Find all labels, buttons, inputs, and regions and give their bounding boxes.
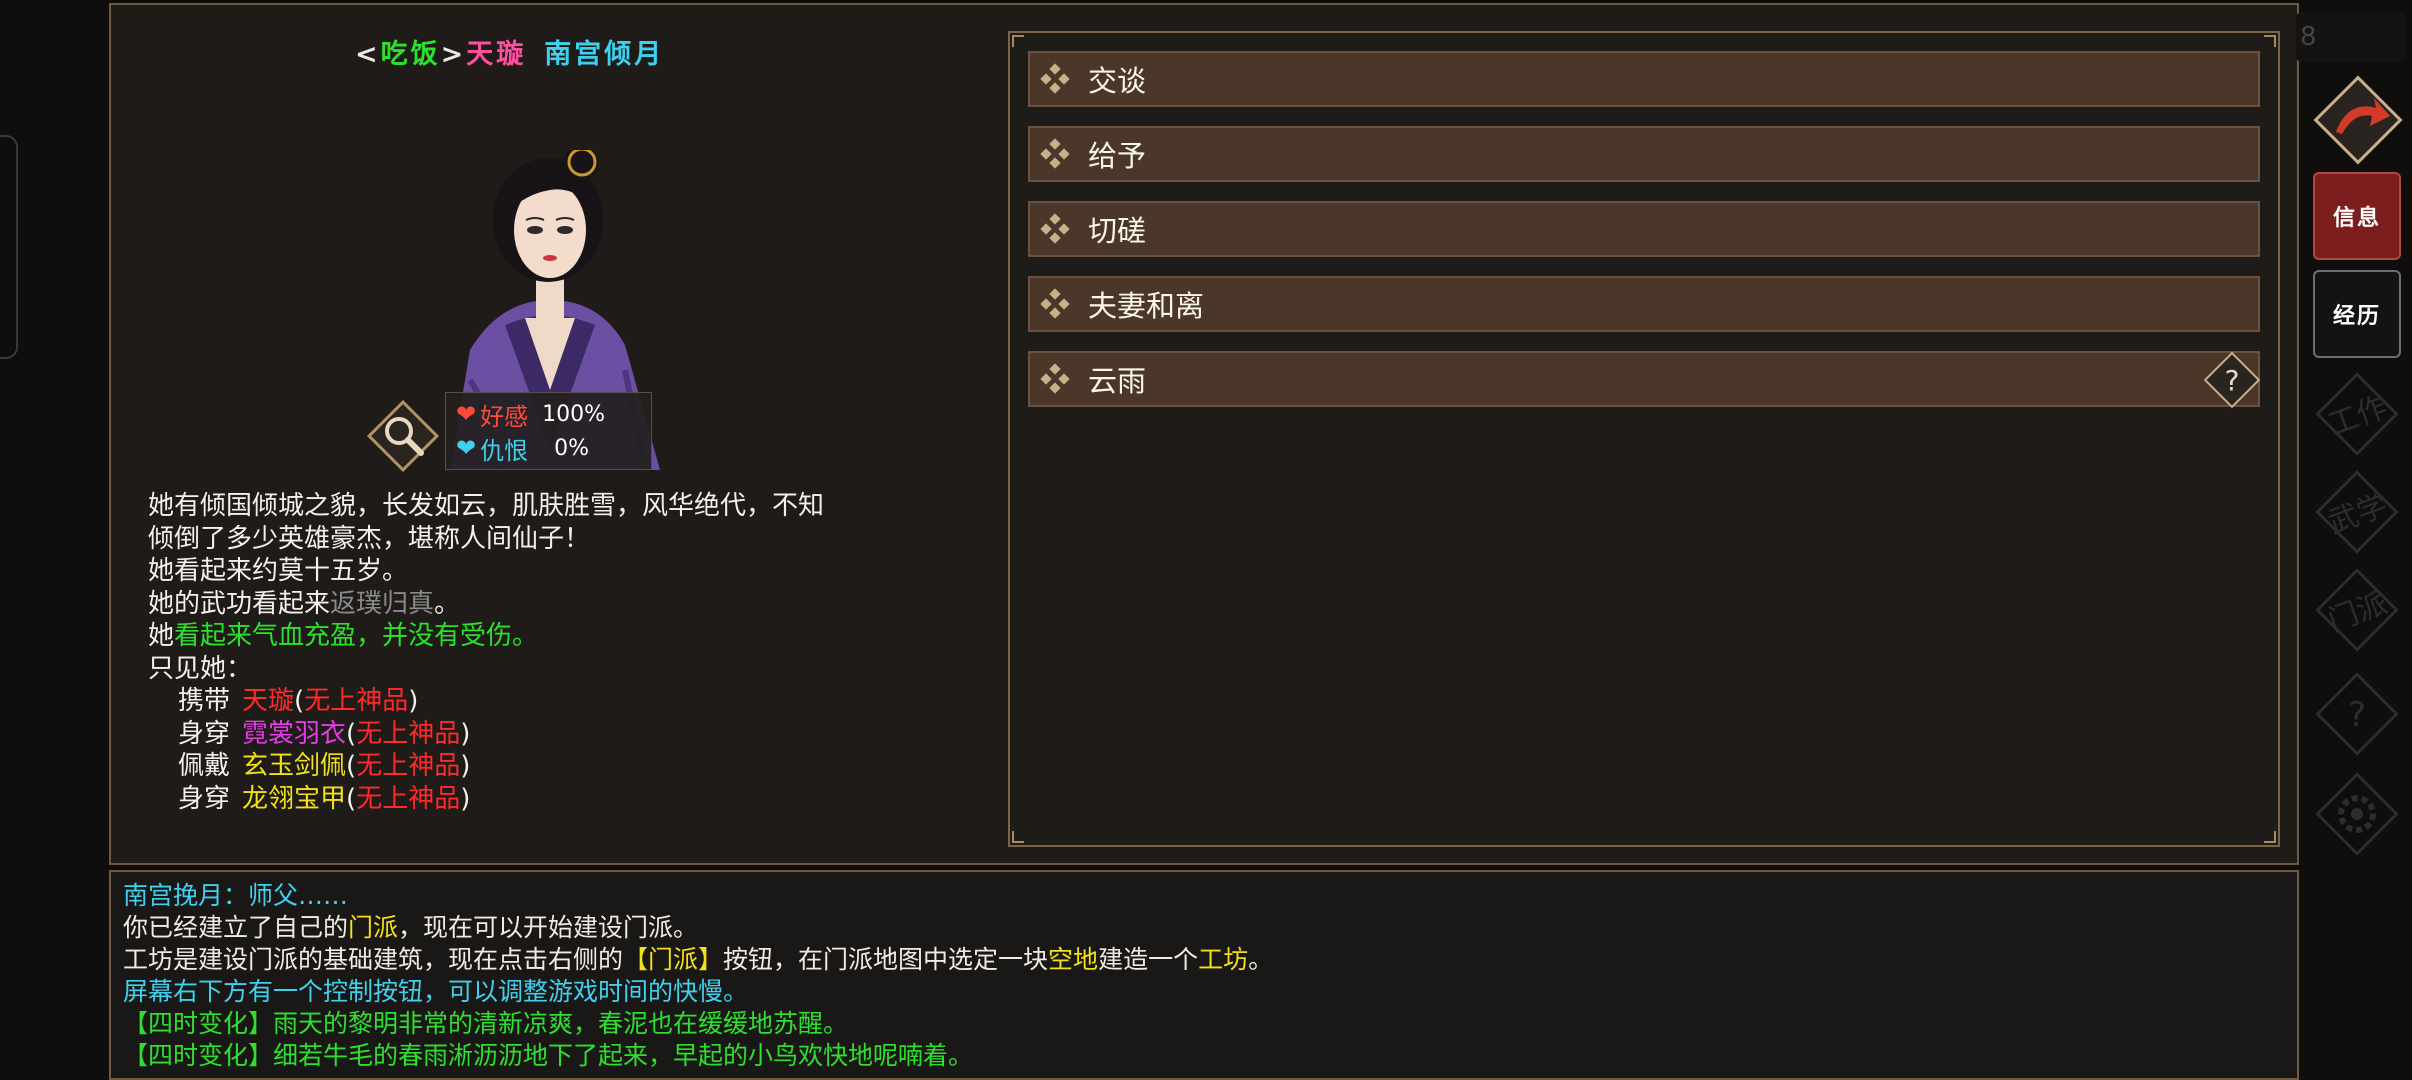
love-value: 100%: [542, 401, 606, 427]
equipment-item: 玄玉剑佩: [242, 751, 347, 781]
desc-martial: 她的武功看起来返璞归真。: [148, 588, 461, 619]
character-name: 南宫倾月: [544, 39, 665, 70]
martial-level: 返璞归真: [330, 588, 435, 619]
equipment-item: 龙翎宝甲: [242, 783, 347, 814]
option-talk-button[interactable]: 交谈: [1028, 51, 2260, 107]
equipment-item: 天璇: [242, 686, 295, 716]
equipment-row: 携带 天璇(无上神品): [178, 686, 419, 716]
log-line: 屏幕右下方有一个控制按钮，可以调整游戏时间的快慢。: [123, 977, 749, 1006]
health-status: 看起来气血充盈，并没有受伤。: [174, 621, 539, 651]
diamond-bullet-icon: [1040, 213, 1070, 244]
info-tab-button[interactable]: 信息: [2313, 172, 2401, 260]
work-tab-button[interactable]: 工作: [2313, 370, 2401, 458]
equipment-grade: 无上神品: [356, 783, 461, 814]
equipment-item: 霓裳羽衣: [242, 718, 347, 749]
frame-corner: [2264, 35, 2276, 47]
svg-text:?: ?: [2225, 364, 2240, 397]
inspect-magnifier-icon[interactable]: [365, 398, 441, 474]
option-label: 给予: [1088, 139, 1147, 173]
option-help-icon[interactable]: ?: [2201, 349, 2263, 411]
option-label: 切磋: [1088, 214, 1147, 248]
option-give-button[interactable]: 给予: [1028, 126, 2260, 182]
diamond-bullet-icon: [1040, 138, 1070, 169]
log-line: 【四时变化】细若牛毛的春雨淅沥沥地下了起来，早起的小鸟欢快地呢喃着。: [123, 1041, 974, 1070]
love-label: 好感: [480, 402, 529, 431]
option-intimacy-button[interactable]: 云雨: [1028, 351, 2260, 407]
history-tab-button[interactable]: 经历: [2313, 270, 2401, 358]
option-spar-button[interactable]: 切磋: [1028, 201, 2260, 257]
status-bracket-open: <: [355, 39, 381, 70]
love-row: ❤ 好感 100%: [456, 397, 605, 431]
desc-health: 她看起来气血充盈，并没有受伤。: [148, 621, 539, 651]
character-name-line: <吃饭>天璇 南宫倾月: [355, 32, 664, 71]
game-clock: 8: [2296, 12, 2406, 62]
sect-tab-button[interactable]: 门派: [2313, 566, 2401, 654]
message-log: 南宫挽月：师父…… 你已经建立了自己的门派，现在可以开始建设门派。 工坊是建设门…: [109, 870, 2299, 1080]
desc-line: 倾倒了多少英雄豪杰，堪称人间仙子！: [148, 523, 591, 554]
option-divorce-button[interactable]: 夫妻和离: [1028, 276, 2260, 332]
hate-label: 仇恨: [480, 436, 529, 465]
equipment-row: 身穿 霓裳羽衣(无上神品): [178, 718, 471, 749]
screen-edge-handle: [0, 135, 18, 359]
desc-line: 她有倾国倾城之貌，长发如云，肌肤胜雪，风华绝代，不知: [148, 491, 825, 521]
hate-value: 0%: [554, 435, 590, 461]
status-bracket-close: >: [440, 39, 467, 70]
option-label: 夫妻和离: [1088, 289, 1205, 323]
help-tab-button[interactable]: ?: [2313, 670, 2401, 758]
log-line: 南宫挽月：师父……: [123, 881, 349, 910]
desc-age: 她看起来约莫十五岁。: [148, 556, 409, 586]
equipment-row: 身穿 龙翎宝甲(无上神品): [178, 783, 471, 814]
frame-corner: [1012, 831, 1024, 843]
character-title: 天璇: [466, 39, 527, 70]
equipment-grade: 无上神品: [356, 718, 461, 749]
heart-red-icon: ❤: [456, 400, 477, 428]
martial-tab-button[interactable]: 武学: [2313, 468, 2401, 556]
character-status: 吃饭: [380, 39, 441, 70]
option-label: 交谈: [1088, 64, 1147, 98]
log-line: 【四时变化】雨天的黎明非常的清新凉爽，春泥也在缓缓地苏醒。: [123, 1009, 849, 1038]
desc-equipment-header: 只见她：: [148, 653, 253, 684]
back-arrow-icon[interactable]: [2308, 70, 2408, 170]
diamond-bullet-icon: [1040, 63, 1070, 94]
settings-gear-icon[interactable]: [2313, 770, 2401, 858]
equipment-grade: 无上神品: [356, 751, 461, 781]
log-line: 工坊是建设门派的基础建筑，现在点击右侧的【门派】按钮，在门派地图中选定一块空地建…: [123, 945, 1274, 974]
character-description: 她有倾国倾城之貌，长发如云，肌肤胜雪，风华绝代，不知 倾倒了多少英雄豪杰，堪称人…: [148, 490, 824, 815]
equipment-row: 佩戴 玄玉剑佩(无上神品): [178, 751, 471, 781]
frame-corner: [2264, 831, 2276, 843]
log-line: 你已经建立了自己的门派，现在可以开始建设门派。: [123, 913, 699, 942]
diamond-bullet-icon: [1040, 288, 1070, 319]
equipment-grade: 无上神品: [304, 686, 409, 716]
affection-status-box: ❤ 好感 100% ❤ 仇恨 0%: [445, 392, 652, 470]
option-label: 云雨: [1088, 364, 1147, 398]
heart-cyan-icon: ❤: [456, 434, 477, 462]
frame-corner: [1012, 35, 1024, 47]
hate-row: ❤ 仇恨 0%: [456, 431, 589, 465]
svg-text:?: ?: [2348, 695, 2366, 735]
diamond-bullet-icon: [1040, 363, 1070, 394]
